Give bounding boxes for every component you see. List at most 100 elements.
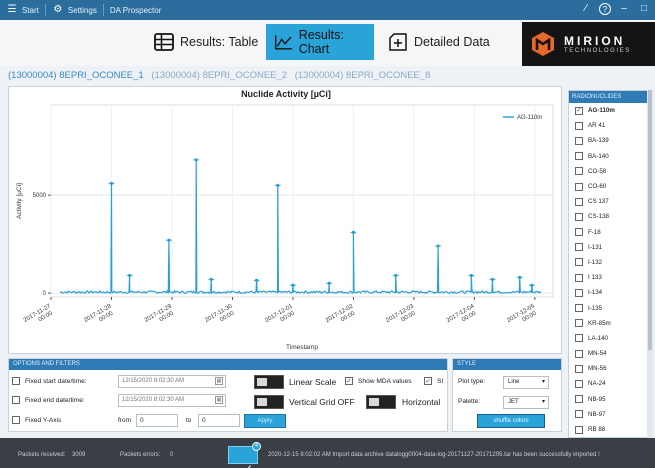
- radionuclide-item[interactable]: AR 41: [569, 118, 647, 133]
- top-bar: ☰ Start ⚙ Settings DA Prospector ∕ ? – □: [0, 0, 655, 20]
- radionuclide-checkbox[interactable]: [575, 349, 583, 358]
- radionuclide-item[interactable]: LA-140: [569, 331, 647, 346]
- si-checkbox[interactable]: ✓: [424, 377, 432, 385]
- radionuclide-item[interactable]: RB 88: [569, 422, 647, 437]
- radionuclide-item[interactable]: NB-97: [569, 407, 647, 422]
- radionuclide-item[interactable]: NA-24: [569, 376, 647, 391]
- radionuclide-checkbox[interactable]: [575, 152, 583, 161]
- radionuclide-checkbox[interactable]: [575, 228, 583, 237]
- radionuclide-checkbox[interactable]: [575, 258, 583, 267]
- radionuclide-checkbox[interactable]: [575, 136, 583, 145]
- show-mda-option[interactable]: ✓ Show MDA values: [345, 377, 412, 385]
- radionuclide-item[interactable]: CS 137: [569, 194, 647, 209]
- radionuclide-checkbox[interactable]: [575, 182, 583, 191]
- fixed-start-label: Fixed start date/time:: [25, 377, 87, 385]
- radionuclide-item[interactable]: ✓ AG-110m: [569, 103, 647, 118]
- radionuclide-item[interactable]: MN-56: [569, 361, 647, 376]
- si-option[interactable]: ✓ SI: [424, 377, 443, 385]
- radionuclide-checkbox[interactable]: ✓: [575, 106, 583, 115]
- tab-results-chart[interactable]: Results: Chart: [266, 24, 374, 60]
- radionuclide-item[interactable]: CS-138: [569, 209, 647, 224]
- sample-tab[interactable]: (13000004) 8EPRI_OCONEE_2: [151, 70, 287, 81]
- calendar-icon[interactable]: ▦: [215, 396, 223, 404]
- x-tick-label: 2017-11-2900:00: [144, 303, 177, 330]
- radionuclide-checkbox[interactable]: [575, 243, 583, 252]
- radionuclide-checkbox[interactable]: [575, 304, 583, 313]
- fixed-end-option[interactable]: Fixed end date/time:: [12, 396, 85, 404]
- tab-label: Results: Chart: [298, 28, 344, 56]
- sample-tab[interactable]: (13000004) 8EPRI_OCONEE_8: [295, 70, 431, 81]
- radionuclide-item[interactable]: I-131: [569, 240, 647, 255]
- radionuclide-item[interactable]: CO-58: [569, 164, 647, 179]
- horizontal-grid-toggle[interactable]: [366, 395, 396, 409]
- radionuclide-checkbox[interactable]: [575, 121, 583, 130]
- chart-panel: Nuclide Activity [µCi] 0 5000 2017-11-2700…: [8, 86, 562, 354]
- horizontal-grid-label: Horizontal: [402, 397, 441, 407]
- radionuclide-item[interactable]: I-134: [569, 285, 647, 300]
- end-datetime-field[interactable]: 12/15/2020 8:02:30 AM ▦: [118, 394, 226, 407]
- radionuclide-item[interactable]: I 133: [569, 270, 647, 285]
- fixed-start-checkbox[interactable]: [12, 377, 20, 385]
- radionuclide-item[interactable]: F-18: [569, 225, 647, 240]
- radionuclide-label: RB 88: [588, 426, 606, 434]
- tab-detailed-data[interactable]: Detailed Data: [380, 24, 498, 60]
- fixed-y-checkbox[interactable]: [12, 416, 20, 424]
- y-to-input[interactable]: 0: [198, 414, 240, 427]
- radionuclide-checkbox[interactable]: [575, 395, 583, 404]
- radionuclide-item[interactable]: I-132: [569, 255, 647, 270]
- start-menu[interactable]: ☰ Start: [6, 5, 39, 15]
- radionuclide-checkbox[interactable]: [575, 319, 583, 328]
- help-icon[interactable]: ?: [599, 3, 611, 15]
- linear-scale-toggle[interactable]: [254, 375, 284, 389]
- tab-results-table[interactable]: Results: Table: [146, 24, 266, 60]
- radionuclides-scrollbar[interactable]: [647, 90, 653, 438]
- show-mda-checkbox[interactable]: ✓: [345, 377, 353, 385]
- radionuclide-item[interactable]: MN-54: [569, 346, 647, 361]
- options-header: OPTIONS AND FILTERS: [9, 359, 447, 370]
- minimize-icon[interactable]: –: [617, 2, 631, 16]
- x-tick-label: 2017-12-0200:00: [325, 303, 359, 330]
- notifications-button[interactable]: ✓ 4: [228, 442, 261, 468]
- radionuclide-label: F-18: [588, 228, 601, 236]
- radionuclides-header: RADIONUCLIDES: [569, 91, 647, 103]
- start-datetime-field[interactable]: 12/15/2020 8:02:30 AM ▦: [118, 375, 226, 388]
- radionuclide-item[interactable]: BA-139: [569, 133, 647, 148]
- vertical-grid-toggle[interactable]: [254, 395, 284, 409]
- radionuclide-checkbox[interactable]: [575, 197, 583, 206]
- fixed-y-option[interactable]: Fixed Y-Axis: [12, 416, 61, 424]
- radionuclide-checkbox[interactable]: [575, 288, 583, 297]
- fixed-end-label: Fixed end date/time:: [25, 396, 85, 404]
- radionuclide-item[interactable]: NB-95: [569, 392, 647, 407]
- settings-menu[interactable]: ⚙ Settings: [52, 5, 96, 15]
- sample-tab[interactable]: (13000004) 8EPRI_OCONEE_1: [8, 70, 144, 81]
- fixed-start-option[interactable]: Fixed start date/time:: [12, 377, 87, 385]
- radionuclide-label: NB-97: [588, 410, 606, 418]
- radionuclides-list: ✓ AG-110m AR 41 BA-139 BA-140 CO-58 CO-60 CS 13…: [569, 103, 647, 437]
- calendar-icon[interactable]: ▦: [215, 377, 223, 385]
- radionuclide-checkbox[interactable]: [575, 410, 583, 419]
- radionuclide-item[interactable]: CO-60: [569, 179, 647, 194]
- radionuclide-checkbox[interactable]: [575, 425, 583, 434]
- radionuclide-checkbox[interactable]: [575, 379, 583, 388]
- radionuclide-checkbox[interactable]: [575, 167, 583, 176]
- apply-button[interactable]: Apply: [244, 414, 286, 428]
- palette-select[interactable]: JET ▾: [503, 396, 549, 409]
- style-header: STYLE: [453, 359, 561, 370]
- radionuclide-checkbox[interactable]: [575, 273, 583, 282]
- radionuclide-item[interactable]: I-135: [569, 300, 647, 315]
- radionuclide-item[interactable]: BA-140: [569, 149, 647, 164]
- brush-icon[interactable]: ∕: [579, 2, 593, 16]
- radionuclide-checkbox[interactable]: [575, 334, 583, 343]
- radionuclide-checkbox[interactable]: [575, 212, 583, 221]
- nuclide-activity-chart[interactable]: 0 5000 2017-11-2700:00 2017-11-2800:00 2017-…: [9, 87, 563, 355]
- fixed-end-checkbox[interactable]: [12, 396, 20, 404]
- radionuclide-checkbox[interactable]: [575, 364, 583, 373]
- maximize-icon[interactable]: □: [637, 2, 651, 16]
- shuffle-colors-button[interactable]: shuffle colors: [477, 414, 545, 428]
- scrollbar-thumb[interactable]: [648, 90, 652, 350]
- plot-type-select[interactable]: Line ▾: [503, 376, 549, 389]
- radionuclide-label: I-131: [588, 243, 603, 251]
- radionuclide-item[interactable]: KR-85m: [569, 316, 647, 331]
- y-from-input[interactable]: 0: [136, 414, 178, 427]
- radionuclide-label: KR-85m: [588, 319, 611, 327]
